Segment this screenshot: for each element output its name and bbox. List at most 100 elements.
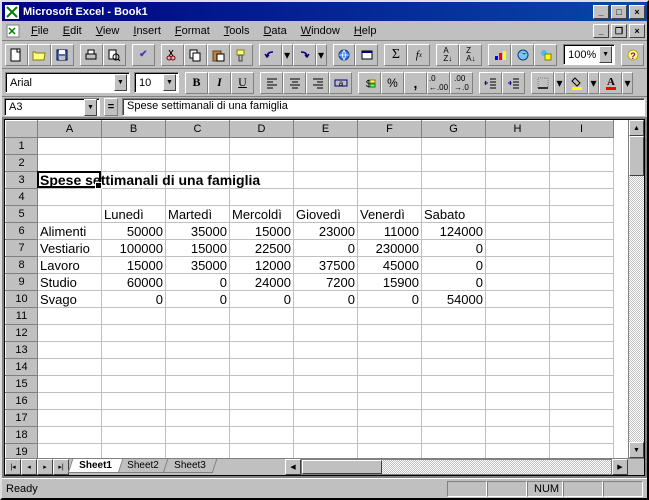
cell-I14[interactable] xyxy=(550,359,614,376)
cell-D1[interactable] xyxy=(230,138,294,155)
cell-A16[interactable] xyxy=(38,393,102,410)
cell-B4[interactable] xyxy=(102,189,166,206)
font-combo[interactable]: Arial▼ xyxy=(5,72,130,93)
col-header-B[interactable]: B xyxy=(102,121,166,138)
merge-center-button[interactable]: a xyxy=(329,72,352,94)
row-header-4[interactable]: 4 xyxy=(6,189,38,206)
cell-A2[interactable] xyxy=(38,155,102,172)
map-button[interactable] xyxy=(511,44,534,66)
sort-desc-button[interactable]: ZA↓ xyxy=(459,44,482,66)
cell-F19[interactable] xyxy=(358,444,422,459)
cell-I19[interactable] xyxy=(550,444,614,459)
redo-button[interactable] xyxy=(293,44,316,66)
chevron-down-icon[interactable]: ▼ xyxy=(84,99,97,116)
cell-D5[interactable]: Mercoldì xyxy=(230,206,294,223)
cell-D2[interactable] xyxy=(230,155,294,172)
formula-input[interactable]: Spese settimanali di una famiglia xyxy=(122,98,645,116)
row-header-1[interactable]: 1 xyxy=(6,138,38,155)
cell-H17[interactable] xyxy=(486,410,550,427)
cell-I9[interactable] xyxy=(550,274,614,291)
col-header-A[interactable]: A xyxy=(38,121,102,138)
name-box[interactable]: A3▼ xyxy=(4,98,100,116)
cell-A18[interactable] xyxy=(38,427,102,444)
autosum-button[interactable]: Σ xyxy=(384,44,407,66)
cell-E13[interactable] xyxy=(294,342,358,359)
cell-B13[interactable] xyxy=(102,342,166,359)
save-button[interactable] xyxy=(51,44,74,66)
menu-window[interactable]: Window xyxy=(294,23,347,39)
row-header-12[interactable]: 12 xyxy=(6,325,38,342)
cell-G17[interactable] xyxy=(422,410,486,427)
cell-I2[interactable] xyxy=(550,155,614,172)
cell-H1[interactable] xyxy=(486,138,550,155)
row-header-16[interactable]: 16 xyxy=(6,393,38,410)
sort-asc-button[interactable]: AZ↓ xyxy=(436,44,459,66)
cell-F7[interactable]: 230000 xyxy=(358,240,422,257)
sheet-tab-sheet3[interactable]: Sheet3 xyxy=(162,459,216,473)
cell-A5[interactable] xyxy=(38,206,102,223)
new-button[interactable] xyxy=(5,44,28,66)
sheet-tab-sheet2[interactable]: Sheet2 xyxy=(116,459,170,473)
cell-A7[interactable]: Vestiario xyxy=(38,240,102,257)
cell-B15[interactable] xyxy=(102,376,166,393)
cell-I4[interactable] xyxy=(550,189,614,206)
cell-B11[interactable] xyxy=(102,308,166,325)
col-header-D[interactable]: D xyxy=(230,121,294,138)
cell-C8[interactable]: 35000 xyxy=(166,257,230,274)
align-center-button[interactable] xyxy=(283,72,306,94)
cell-B1[interactable] xyxy=(102,138,166,155)
borders-dropdown[interactable]: ▾ xyxy=(554,72,565,94)
cell-D11[interactable] xyxy=(230,308,294,325)
bold-button[interactable]: B xyxy=(185,72,208,94)
cell-C2[interactable] xyxy=(166,155,230,172)
cell-G4[interactable] xyxy=(422,189,486,206)
menu-format[interactable]: Format xyxy=(168,23,217,39)
menu-help[interactable]: Help xyxy=(347,23,384,39)
cell-D19[interactable] xyxy=(230,444,294,459)
cell-E17[interactable] xyxy=(294,410,358,427)
decrease-indent-button[interactable] xyxy=(479,72,502,94)
cell-G1[interactable] xyxy=(422,138,486,155)
cell-D16[interactable] xyxy=(230,393,294,410)
cell-I17[interactable] xyxy=(550,410,614,427)
cell-I10[interactable] xyxy=(550,291,614,308)
cell-G18[interactable] xyxy=(422,427,486,444)
cell-F4[interactable] xyxy=(358,189,422,206)
cell-F10[interactable]: 0 xyxy=(358,291,422,308)
cell-D10[interactable]: 0 xyxy=(230,291,294,308)
cell-B10[interactable]: 0 xyxy=(102,291,166,308)
close-button[interactable]: × xyxy=(629,5,645,19)
currency-button[interactable]: $ xyxy=(358,72,381,94)
cell-G15[interactable] xyxy=(422,376,486,393)
sheet-tab-sheet1[interactable]: Sheet1 xyxy=(68,459,123,473)
mdi-restore-button[interactable]: ❐ xyxy=(611,24,627,38)
cell-B14[interactable] xyxy=(102,359,166,376)
menu-tools[interactable]: Tools xyxy=(217,23,257,39)
cell-I15[interactable] xyxy=(550,376,614,393)
cell-C17[interactable] xyxy=(166,410,230,427)
cell-E19[interactable] xyxy=(294,444,358,459)
col-header-G[interactable]: G xyxy=(422,121,486,138)
cell-A9[interactable]: Studio xyxy=(38,274,102,291)
cell-E15[interactable] xyxy=(294,376,358,393)
cell-G10[interactable]: 54000 xyxy=(422,291,486,308)
cell-A15[interactable] xyxy=(38,376,102,393)
cell-C16[interactable] xyxy=(166,393,230,410)
fill-color-button[interactable] xyxy=(565,72,588,94)
cell-A14[interactable] xyxy=(38,359,102,376)
minimize-button[interactable]: _ xyxy=(593,5,609,19)
cell-F5[interactable]: Venerdì xyxy=(358,206,422,223)
cell-A6[interactable]: Alimenti xyxy=(38,223,102,240)
cell-G19[interactable] xyxy=(422,444,486,459)
cell-F6[interactable]: 11000 xyxy=(358,223,422,240)
help-button[interactable]: ? xyxy=(621,44,644,66)
cell-C14[interactable] xyxy=(166,359,230,376)
cell-E5[interactable]: Giovedì xyxy=(294,206,358,223)
cell-F18[interactable] xyxy=(358,427,422,444)
cell-A11[interactable] xyxy=(38,308,102,325)
cell-I16[interactable] xyxy=(550,393,614,410)
workbook-icon[interactable] xyxy=(6,23,22,39)
cell-H10[interactable] xyxy=(486,291,550,308)
scroll-track[interactable] xyxy=(629,136,644,442)
row-header-14[interactable]: 14 xyxy=(6,359,38,376)
